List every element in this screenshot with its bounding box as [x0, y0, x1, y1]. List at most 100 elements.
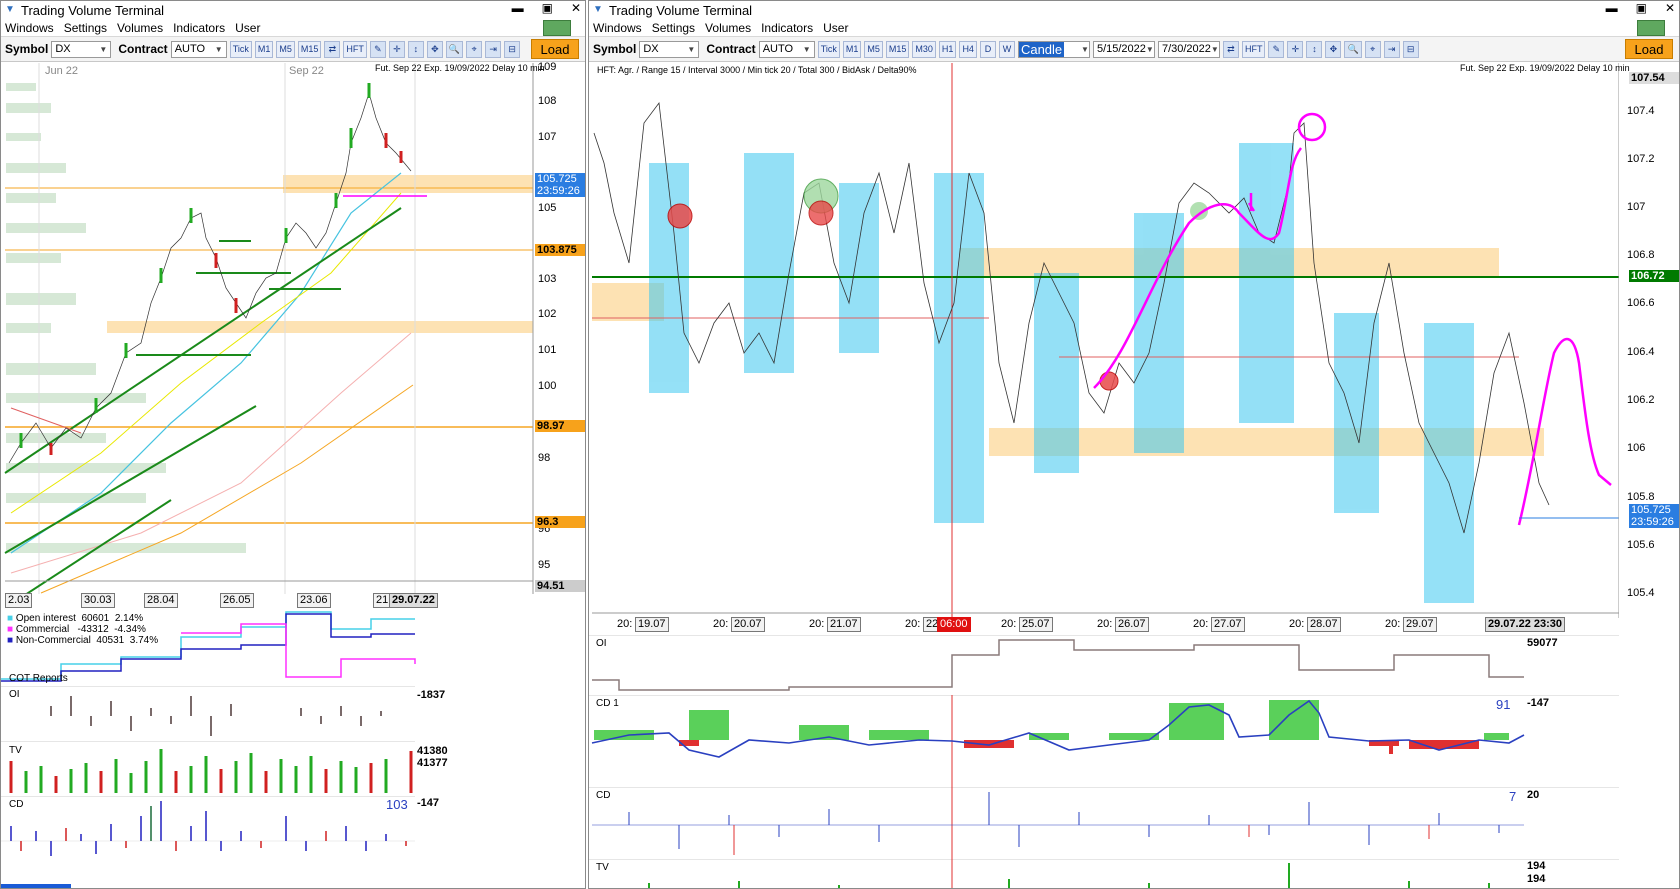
- vertical-scale-icon[interactable]: ↕: [407, 40, 424, 58]
- date-to-picker[interactable]: 7/30/2022 ▼: [1157, 40, 1220, 58]
- minimize-button[interactable]: ▬: [1606, 1, 1618, 15]
- vertical-scale-icon[interactable]: ↕: [1306, 40, 1323, 58]
- refresh-icon[interactable]: [1637, 20, 1665, 36]
- h4-button[interactable]: H4: [959, 40, 977, 58]
- y-tick: 105.6: [1627, 539, 1655, 551]
- left-month-sep: Sep 22: [289, 65, 324, 77]
- close-button[interactable]: ✕: [571, 1, 581, 15]
- m5-button[interactable]: M5: [276, 40, 295, 58]
- cursor-icon[interactable]: ⌖: [466, 40, 483, 58]
- left-cd-value: 103: [386, 797, 408, 812]
- y-tick: 98: [538, 452, 551, 464]
- right-window-title: Trading Volume Terminal: [609, 2, 753, 18]
- left-tv-panel[interactable]: [1, 741, 415, 796]
- symbol-select[interactable]: DX ▼: [639, 40, 700, 58]
- y-tick: 106.4: [1627, 346, 1655, 358]
- scroll-icon[interactable]: ⇥: [485, 40, 502, 58]
- contract-select[interactable]: AUTO ▼: [758, 40, 815, 58]
- minimize-button[interactable]: ▬: [512, 1, 524, 15]
- right-oi-panel[interactable]: [589, 635, 1619, 695]
- menu-settings[interactable]: Settings: [652, 21, 695, 35]
- fit-icon[interactable]: ⊟: [1402, 40, 1419, 58]
- left-level-min: 94.51: [535, 580, 585, 592]
- y-tick: 100: [538, 380, 557, 392]
- right-cd-value2: 20: [1527, 789, 1540, 801]
- fit-icon[interactable]: ⊟: [504, 40, 521, 58]
- cursor-time: 06:00: [937, 617, 971, 632]
- m15-button[interactable]: M15: [297, 40, 322, 58]
- maximize-button[interactable]: ▣: [542, 1, 553, 15]
- menu-windows[interactable]: Windows: [593, 21, 642, 35]
- right-price-chart[interactable]: [589, 63, 1619, 618]
- y-tick: 95: [538, 559, 551, 571]
- crosshair-icon[interactable]: ✛: [388, 40, 405, 58]
- pen-icon[interactable]: ✎: [369, 40, 386, 58]
- m15-button[interactable]: M15: [885, 40, 910, 58]
- arrows-icon[interactable]: ⇄: [324, 40, 341, 58]
- left-price-chart[interactable]: [1, 63, 586, 594]
- move-icon[interactable]: ✥: [426, 40, 443, 58]
- refresh-icon[interactable]: [543, 20, 571, 36]
- d-button[interactable]: D: [979, 40, 996, 58]
- date-from-picker[interactable]: 5/15/2022 ▼: [1092, 40, 1155, 58]
- tick-button[interactable]: Tick: [817, 40, 840, 58]
- menu-indicators[interactable]: Indicators: [173, 21, 225, 35]
- menu-settings[interactable]: Settings: [64, 21, 107, 35]
- right-title-bar: ▼ Trading Volume Terminal ▬ ▣ ✕: [589, 1, 1679, 19]
- menu-user[interactable]: User: [823, 21, 848, 35]
- x-date: 26.05: [220, 593, 254, 608]
- load-button[interactable]: Load: [1625, 39, 1673, 59]
- m5-button[interactable]: M5: [864, 40, 883, 58]
- m1-button[interactable]: M1: [842, 40, 862, 58]
- zoom-icon[interactable]: 🔍: [445, 40, 464, 58]
- left-horizontal-scrollbar[interactable]: [1, 884, 71, 888]
- menu-volumes[interactable]: Volumes: [117, 21, 163, 35]
- contract-select[interactable]: AUTO ▼: [170, 40, 227, 58]
- menu-indicators[interactable]: Indicators: [761, 21, 813, 35]
- right-tv-panel[interactable]: [589, 859, 1619, 889]
- move-icon[interactable]: ✥: [1325, 40, 1342, 58]
- right-price-top: 107.54: [1629, 72, 1679, 84]
- arrows-icon[interactable]: ⇄: [1222, 40, 1239, 58]
- x-date: 27.07: [1211, 617, 1245, 632]
- left-oi-panel[interactable]: [1, 686, 415, 741]
- menu-user[interactable]: User: [235, 21, 260, 35]
- left-cd-panel[interactable]: [1, 796, 415, 886]
- left-oi-label: OI: [9, 689, 20, 700]
- cursor-icon[interactable]: ⌖: [1364, 40, 1381, 58]
- crosshair-icon[interactable]: ✛: [1287, 40, 1304, 58]
- m30-button[interactable]: M30: [912, 40, 936, 58]
- left-level-103: 103.875: [535, 244, 585, 256]
- left-level-96: 96.3: [535, 516, 585, 528]
- h1-button[interactable]: H1: [938, 40, 957, 58]
- x-date: 23.06: [297, 593, 331, 608]
- right-cd1-panel[interactable]: [589, 695, 1619, 787]
- chart-type-select[interactable]: Candle ▼: [1017, 40, 1090, 58]
- w-button[interactable]: W: [998, 40, 1015, 58]
- scroll-icon[interactable]: ⇥: [1383, 40, 1400, 58]
- left-oi-value: -1837: [417, 689, 446, 701]
- right-cd-panel[interactable]: [589, 787, 1619, 859]
- zoom-icon[interactable]: 🔍: [1344, 40, 1362, 58]
- hft-button[interactable]: HFT: [343, 40, 367, 58]
- right-price-green: 106.72: [1629, 270, 1679, 282]
- x-prefix: 20:: [1385, 618, 1401, 630]
- pen-icon[interactable]: ✎: [1268, 40, 1285, 58]
- x-prefix: 20:: [713, 618, 729, 630]
- symbol-select[interactable]: DX ▼: [51, 40, 112, 58]
- symbol-label: Symbol: [593, 42, 637, 56]
- tick-button[interactable]: Tick: [229, 40, 252, 58]
- menu-volumes[interactable]: Volumes: [705, 21, 751, 35]
- hft-button[interactable]: HFT: [1241, 40, 1266, 58]
- right-terminal-window: ▼ Trading Volume Terminal ▬ ▣ ✕ Windows …: [588, 0, 1680, 889]
- right-tv-value1: 194: [1527, 860, 1546, 872]
- menu-windows[interactable]: Windows: [5, 21, 54, 35]
- load-button[interactable]: Load: [531, 39, 579, 59]
- right-cd1-label: CD 1: [596, 698, 619, 709]
- y-tick: 106.8: [1627, 249, 1655, 261]
- close-button[interactable]: ✕: [1665, 1, 1675, 15]
- right-menu-bar: Windows Settings Volumes Indicators User: [589, 19, 1679, 36]
- maximize-button[interactable]: ▣: [1636, 1, 1647, 15]
- left-cd-value2: -147: [417, 797, 440, 809]
- m1-button[interactable]: M1: [254, 40, 274, 58]
